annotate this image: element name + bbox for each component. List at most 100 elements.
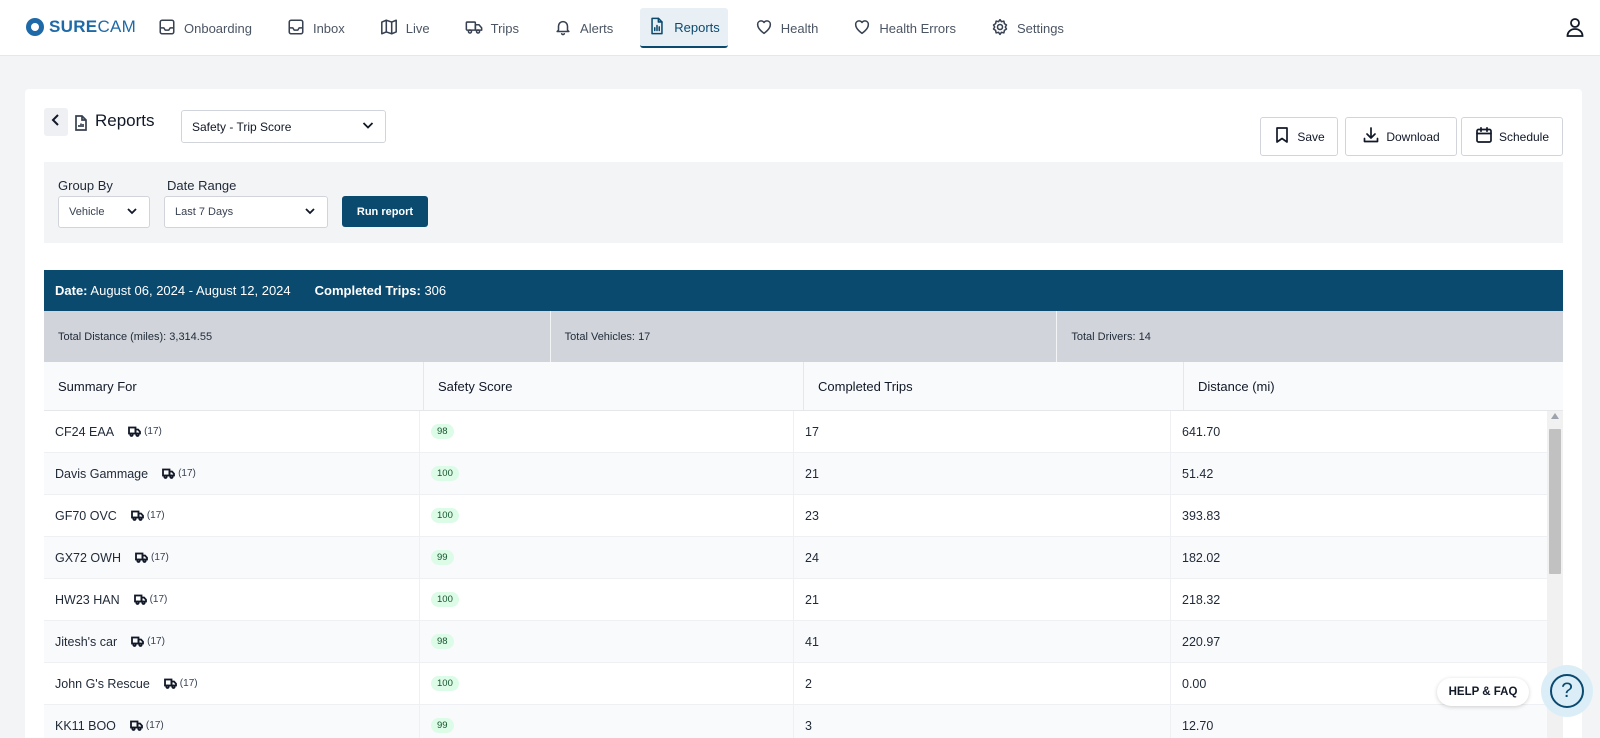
help-button[interactable]: ? xyxy=(1541,665,1593,717)
logo-text-rest: CAM xyxy=(97,17,137,36)
column-header-distance[interactable]: Distance (mi) xyxy=(1184,362,1563,411)
help-faq-button[interactable]: HELP & FAQ xyxy=(1437,678,1529,706)
date-summary-value: August 06, 2024 - August 12, 2024 xyxy=(90,283,291,298)
download-button[interactable]: Download xyxy=(1345,117,1457,156)
table-row[interactable]: Jitesh's car (17) 98 41 220.97 xyxy=(44,621,1547,663)
completed-trips-cell: 41 xyxy=(794,621,1171,662)
truck-icon xyxy=(465,18,483,39)
column-header-safety-score[interactable]: Safety Score xyxy=(424,362,804,411)
table-row[interactable]: KK11 BOO (17) 99 3 12.70 xyxy=(44,705,1547,738)
group-by-select[interactable]: Vehicle xyxy=(58,196,150,228)
heart-icon xyxy=(853,18,871,39)
total-distance: Total Distance (miles): 3,314.55 xyxy=(44,311,551,362)
truck-icon xyxy=(128,426,141,437)
nav-item-inbox[interactable]: Inbox xyxy=(279,8,353,48)
completed-trips-cell: 21 xyxy=(794,579,1171,620)
completed-trips-cell: 17 xyxy=(794,411,1171,452)
save-button[interactable]: Save xyxy=(1260,117,1338,156)
nav-item-health-errors[interactable]: Health Errors xyxy=(845,8,964,48)
distance-cell: 182.02 xyxy=(1182,550,1221,565)
completed-trips-cell: 24 xyxy=(794,537,1171,578)
chevron-down-icon xyxy=(125,204,139,221)
surecam-logo[interactable]: SURECAM xyxy=(26,16,136,38)
table-row[interactable]: Davis Gammage (17) 100 21 51.42 xyxy=(44,453,1547,495)
completed-trips-cell: 3 xyxy=(794,705,1171,738)
nav-item-alerts[interactable]: Alerts xyxy=(546,8,621,48)
safety-score-badge: 99 xyxy=(431,550,454,565)
date-range-select[interactable]: Last 7 Days xyxy=(164,196,328,228)
safety-score-badge: 99 xyxy=(431,718,454,733)
nav-item-onboarding[interactable]: Onboarding xyxy=(150,8,260,48)
nav-item-live[interactable]: Live xyxy=(372,8,438,48)
column-header-summary-for[interactable]: Summary For xyxy=(44,362,424,411)
schedule-label: Schedule xyxy=(1498,129,1550,144)
calendar-icon xyxy=(1475,126,1493,147)
group-by-value: Vehicle xyxy=(69,206,105,218)
nav-item-reports[interactable]: Reports xyxy=(640,8,728,48)
row-count: (17) xyxy=(178,468,196,479)
filter-panel: Group By Vehicle Date Range Last 7 Days … xyxy=(44,162,1563,243)
truck-icon xyxy=(130,720,143,731)
top-navigation: SURECAM Onboarding Inbox Live Trips Aler… xyxy=(0,0,1600,56)
row-name: John G's Rescue xyxy=(55,676,150,691)
map-icon xyxy=(380,18,398,39)
table-row[interactable]: HW23 HAN (17) 100 21 218.32 xyxy=(44,579,1547,621)
nav-label: Alerts xyxy=(580,20,614,36)
completed-trips-cell: 23 xyxy=(794,495,1171,536)
table-row[interactable]: John G's Rescue (17) 100 2 0.00 xyxy=(44,663,1547,705)
date-range-label: Date Range xyxy=(167,178,237,193)
logo-mark-icon xyxy=(26,18,44,36)
safety-score-badge: 100 xyxy=(431,466,459,481)
chevron-down-icon xyxy=(361,118,375,135)
row-name: KK11 BOO xyxy=(55,718,116,733)
inbox-icon xyxy=(287,18,305,39)
distance-cell: 393.83 xyxy=(1182,508,1221,523)
nav-label: Trips xyxy=(490,20,520,36)
safety-score-badge: 98 xyxy=(431,424,454,439)
nav-item-settings[interactable]: Settings xyxy=(983,8,1072,48)
safety-score-badge: 100 xyxy=(431,508,459,523)
completed-trips-label: Completed Trips: xyxy=(314,283,421,298)
date-summary: Date: August 06, 2024 - August 12, 2024 xyxy=(55,283,291,298)
heart-icon xyxy=(755,18,773,39)
total-vehicles-label: Total Vehicles: xyxy=(564,330,635,343)
truck-icon xyxy=(162,468,175,479)
bell-icon xyxy=(554,18,572,39)
schedule-button[interactable]: Schedule xyxy=(1461,117,1563,156)
nav-label: Inbox xyxy=(312,20,345,36)
row-name: GF70 OVC xyxy=(55,508,117,523)
date-summary-label: Date: xyxy=(55,283,88,298)
logo-text-bold: SURE xyxy=(49,17,98,36)
table-body: CF24 EAA (17) 98 17 641.70 Davis Gammage (… xyxy=(44,411,1547,738)
scrollbar-thumb[interactable] xyxy=(1549,429,1561,574)
group-by-label: Group By xyxy=(58,178,113,193)
table-row[interactable]: GF70 OVC (17) 100 23 393.83 xyxy=(44,495,1547,537)
run-report-button[interactable]: Run report xyxy=(342,196,428,227)
page-title: Reports xyxy=(95,111,155,130)
column-header-completed-trips[interactable]: Completed Trips xyxy=(804,362,1184,411)
chevron-left-icon xyxy=(49,113,63,132)
row-count: (17) xyxy=(147,636,165,647)
nav-item-health[interactable]: Health xyxy=(747,8,827,48)
user-account-button[interactable] xyxy=(1564,16,1586,38)
report-type-select[interactable]: Safety - Trip Score xyxy=(181,110,386,143)
total-distance-value: 3,314.55 xyxy=(169,330,213,343)
distance-cell: 220.97 xyxy=(1182,634,1221,649)
question-mark-icon: ? xyxy=(1550,674,1584,708)
scroll-up-arrow-icon[interactable] xyxy=(1547,413,1563,423)
nav-item-trips[interactable]: Trips xyxy=(457,8,527,48)
row-count: (17) xyxy=(145,720,164,731)
document-icon xyxy=(74,115,88,131)
nav-label: Health xyxy=(780,20,819,36)
nav-label: Live xyxy=(405,20,430,36)
total-distance-label: Total Distance (miles): xyxy=(58,330,167,343)
completed-trips-summary: Completed Trips: 306 xyxy=(315,283,447,298)
table-row[interactable]: CF24 EAA (17) 98 17 641.70 xyxy=(44,411,1547,453)
inbox-icon xyxy=(158,18,176,39)
back-button[interactable] xyxy=(44,108,68,136)
save-label: Save xyxy=(1297,129,1325,144)
total-drivers-label: Total Drivers: xyxy=(1071,330,1136,343)
table-header: Summary For Safety Score Completed Trips… xyxy=(44,362,1563,411)
table-row[interactable]: GX72 OWH (17) 99 24 182.02 xyxy=(44,537,1547,579)
distance-cell: 641.70 xyxy=(1182,424,1221,439)
